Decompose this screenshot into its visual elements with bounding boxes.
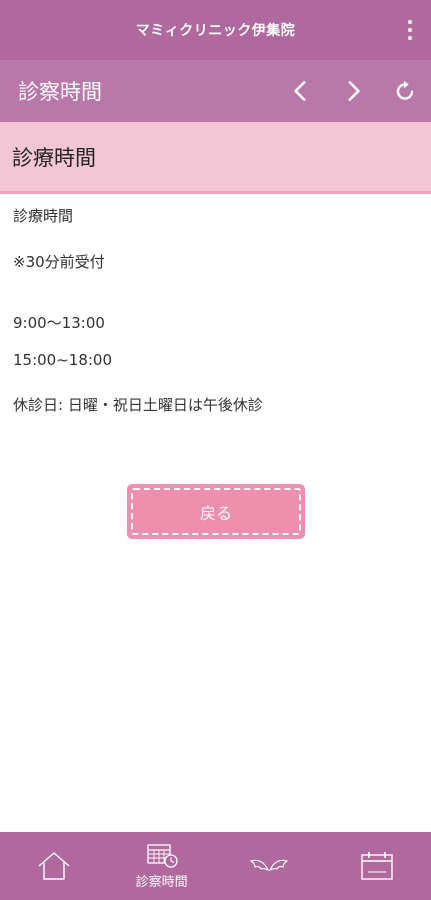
hours-label: 診療時間	[13, 207, 74, 225]
forward-nav-button[interactable]	[327, 60, 379, 122]
back-nav-button[interactable]	[275, 60, 327, 122]
tab-home[interactable]	[0, 832, 108, 900]
afternoon-hours: 15:00~18:00	[13, 351, 113, 369]
bottom-tab-bar: 診察時間	[0, 832, 431, 900]
calendar-icon	[361, 852, 393, 880]
app-root: マミィクリニック伊集院 診察時間 診療時間 診療時間 ※30分前受付 9:00〜…	[0, 0, 431, 900]
closed-days: 休診日: 日曜・祝日土曜日は午後休診	[13, 396, 263, 414]
calendar-clock-icon	[146, 843, 178, 868]
chevron-left-icon	[294, 81, 306, 101]
app-title: マミィクリニック伊集院	[135, 23, 296, 39]
app-bar: マミィクリニック伊集院	[0, 0, 431, 60]
return-button-label: 戻る	[199, 503, 232, 523]
tab-hours-label: 診察時間	[135, 874, 188, 890]
tab-hours[interactable]: 診察時間	[108, 832, 216, 900]
page-title: 診療時間	[12, 145, 96, 170]
morning-hours: 9:00〜13:00	[13, 314, 105, 332]
refresh-icon	[396, 80, 414, 100]
tab-calendar[interactable]	[323, 832, 431, 900]
home-icon	[38, 852, 70, 880]
section-title: 診察時間	[18, 80, 102, 104]
wings-icon	[250, 859, 289, 872]
section-bar: 診察時間	[0, 60, 431, 122]
more-vertical-icon[interactable]	[403, 18, 417, 42]
chevron-right-icon	[348, 81, 360, 101]
reception-note: ※30分前受付	[13, 253, 105, 271]
tab-wings[interactable]	[216, 832, 324, 900]
return-button[interactable]: 戻る	[127, 484, 305, 539]
refresh-button[interactable]	[379, 60, 431, 122]
page-header: 診療時間	[0, 122, 431, 194]
